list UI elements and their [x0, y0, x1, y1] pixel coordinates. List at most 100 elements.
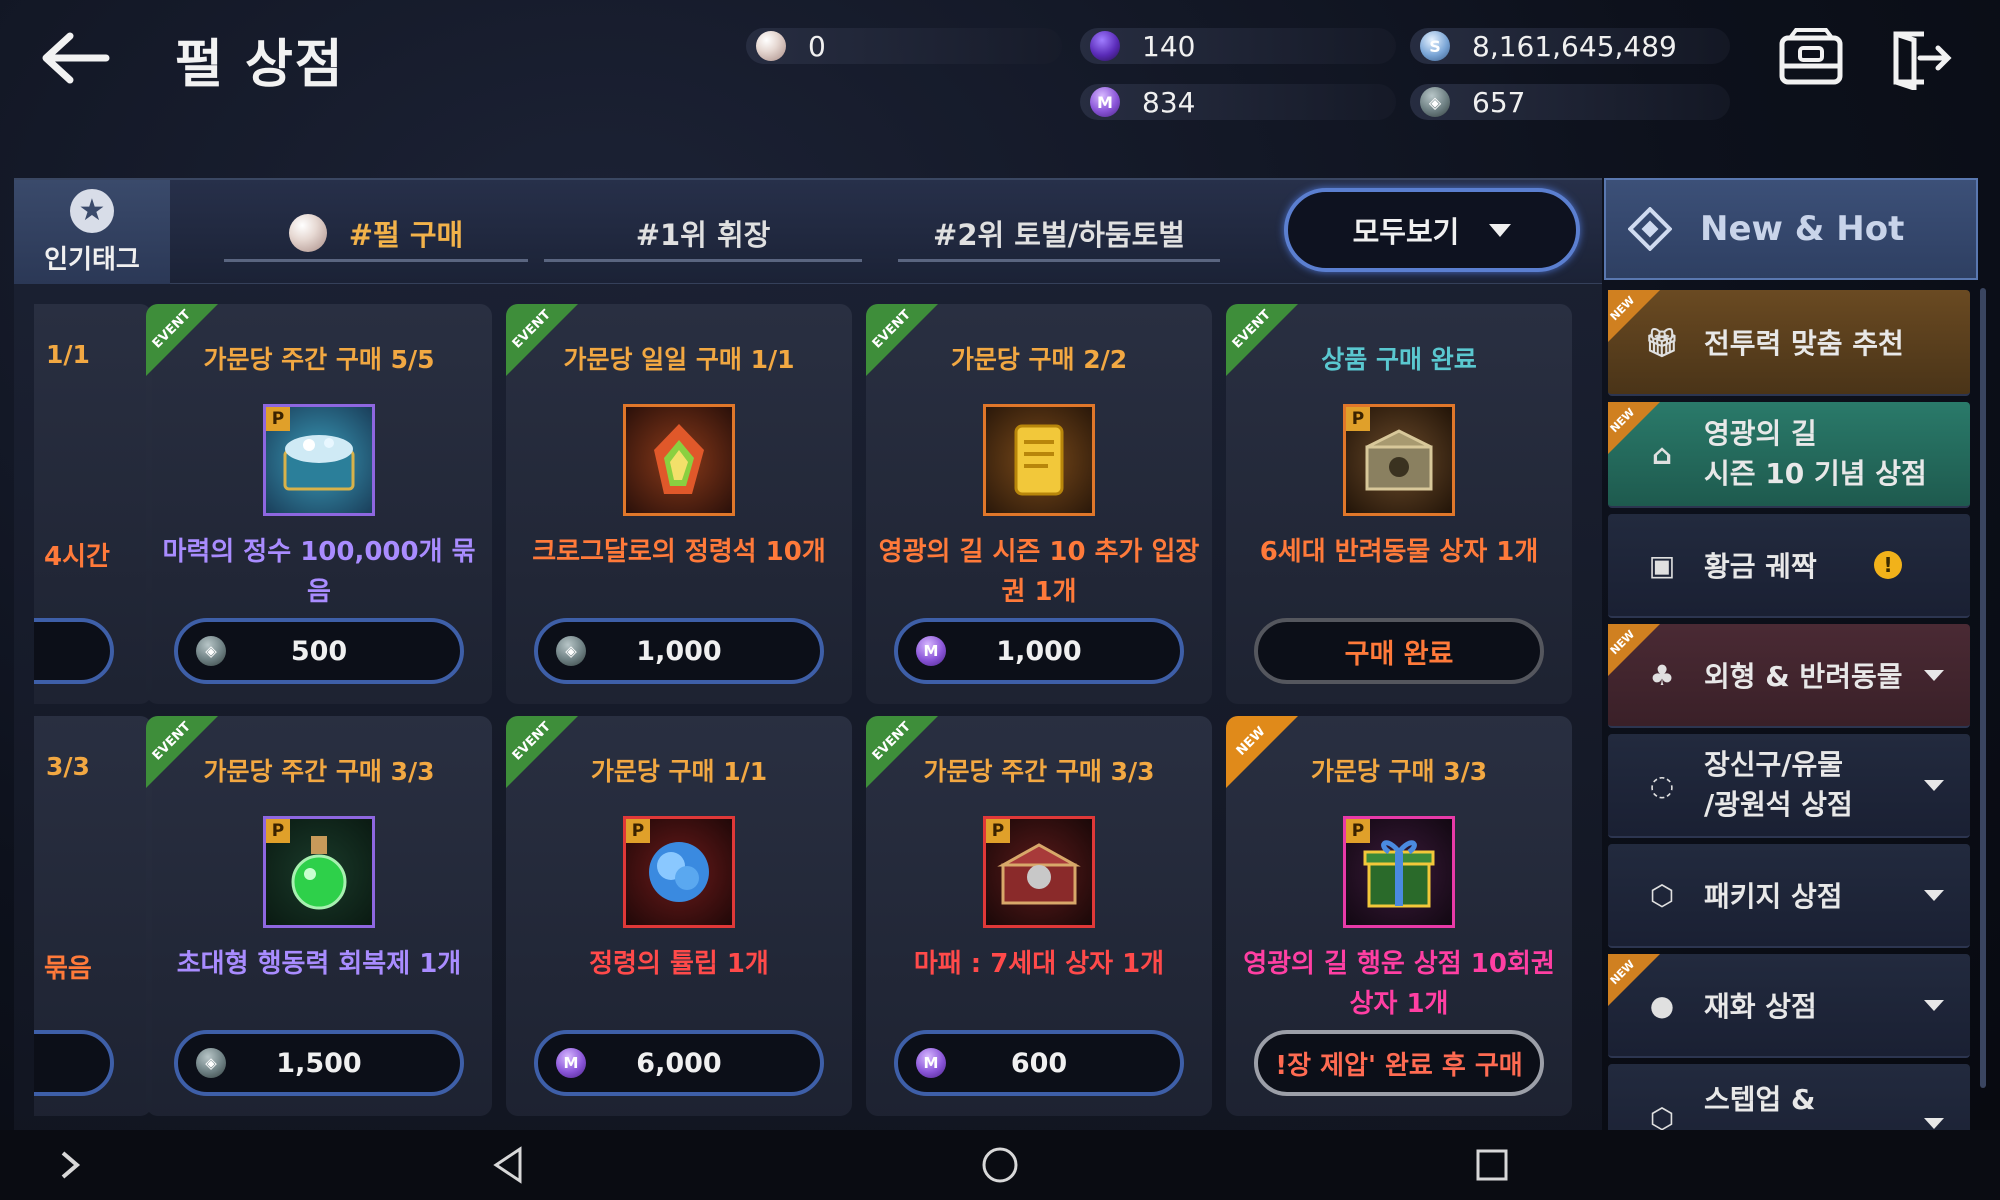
purple-gem-amount: 140 [1142, 29, 1196, 63]
guild-coin-icon: ◈ [1420, 87, 1450, 117]
purchase-complete-button: 구매 완료 [1254, 618, 1544, 684]
sidebar-item-costume-pet[interactable]: NEW ♣ 외형 & 반려동물 [1608, 624, 1970, 728]
price-value: 구매 완료 [1344, 638, 1454, 670]
product-card[interactable]: EVENT 상품 구매 완료 P 6세대 반려동물 상자 1개 구매 완료 [1226, 304, 1572, 704]
shop-panel: ★ 인기태그 #펄 구매 #1위 휘장 #2위 토벌/하둠토벌 모두보기 1/1… [14, 178, 1602, 1130]
spirit-stone-icon [654, 424, 704, 494]
pearl-amount: 0 [808, 29, 826, 63]
pearl-currency: 0 [746, 28, 1062, 64]
scroll-ticket-icon [1014, 424, 1064, 496]
price-button[interactable]: ◈ 500 [174, 618, 464, 684]
price-button[interactable]: M 600 [894, 1030, 1184, 1096]
new-hot-header[interactable]: New & Hot [1604, 178, 1978, 280]
pet-box-icon [1365, 429, 1433, 491]
price-value: 1,000 [636, 635, 722, 667]
sidebar-item-label: 장신구/유물 [1704, 748, 1844, 781]
page-title: 펄 상점 [175, 35, 345, 95]
price-button[interactable] [34, 1030, 114, 1096]
sidebar-scrollbar[interactable] [1980, 288, 1986, 1088]
product-name: 마패 : 7세대 상자 1개 [913, 949, 1165, 979]
sidebar-item-label: 패키지 상점 [1704, 880, 1843, 913]
guild-coin-amount: 657 [1472, 85, 1526, 119]
chevron-down-icon [1924, 1118, 1944, 1129]
price-button[interactable] [34, 618, 114, 684]
product-name: 영광의 길 행운 상점 10회권 상자 1개 [1243, 949, 1555, 1019]
locked-purchase-button[interactable]: !장 제압' 완료 후 구매 [1254, 1030, 1544, 1096]
exit-button[interactable] [1884, 26, 1954, 92]
purchase-limit: 가문당 구매 1/1 [590, 757, 768, 786]
mileage-currency: M 834 [1080, 84, 1396, 120]
price-button[interactable]: ◈ 1,500 [174, 1030, 464, 1096]
star-icon: ★ [70, 188, 114, 233]
popular-tags-button[interactable]: ★ 인기태그 [14, 180, 170, 284]
alert-icon: ! [1874, 551, 1902, 579]
nav-recents-icon [1476, 1149, 1508, 1181]
premium-p-icon: P [266, 407, 290, 431]
product-card[interactable]: EVENT 가문당 구매 1/1 P 정령의 튤립 1개 M 6,000 [506, 716, 852, 1116]
mileage-icon: M [916, 636, 946, 666]
item-thumbnail: P [1343, 404, 1455, 516]
product-name: 크로그달로의 정령석 10개 [532, 537, 826, 567]
view-all-dropdown[interactable]: 모두보기 [1284, 188, 1580, 272]
sidebar-item-power-recommend[interactable]: NEW 🎁︎ 전투력 맞춤 추천 [1608, 290, 1970, 396]
chevron-down-icon [1924, 779, 1944, 791]
sidebar-item-stepup[interactable]: ⬡ 스텝업 & [1608, 1064, 1970, 1130]
mileage-icon: M [1090, 87, 1120, 117]
sidebar-item-package-shop[interactable]: ⬡ 패키지 상점 [1608, 844, 1970, 948]
product-card[interactable]: EVENT 가문당 구매 2/2 영광의 길 시즌 10 추가 입장권 1개 M… [866, 304, 1212, 704]
ring-icon: ◌ [1649, 768, 1675, 802]
product-name: 영광의 길 시즌 10 추가 입장권 1개 [878, 537, 1200, 607]
chevron-down-icon [1924, 999, 1944, 1011]
product-card-partial[interactable]: 1/1 4시간 [34, 304, 152, 704]
product-card[interactable]: NEW 가문당 구매 3/3 P 영광의 길 행운 상점 10회권 상자 1개 … [1226, 716, 1572, 1116]
sidebar-item-golden-chest[interactable]: ▣ 황금 궤짝 ! [1608, 514, 1970, 618]
nav-back-button[interactable] [478, 1138, 538, 1192]
package-icon: ⬡ [1649, 878, 1675, 912]
item-thumbnail: P [983, 816, 1095, 928]
tag-rank2-raid[interactable]: #2위 토벌/하둠토벌 [898, 206, 1220, 262]
pearl-icon [288, 213, 327, 252]
premium-p-icon: P [266, 819, 290, 843]
product-card[interactable]: EVENT 가문당 주간 구매 5/5 P 마력의 정수 100,000개 묶음… [146, 304, 492, 704]
horse-box-icon [997, 843, 1081, 905]
nav-home-button[interactable] [970, 1138, 1030, 1192]
nav-recents-button[interactable] [1462, 1138, 1522, 1192]
product-card[interactable]: EVENT 가문당 주간 구매 3/3 P 초대형 행동력 회복제 1개 ◈ 1… [146, 716, 492, 1116]
back-button[interactable] [36, 28, 116, 88]
purchase-limit: 가문당 구매 2/2 [950, 345, 1128, 374]
purchase-limit: 가문당 일일 구매 1/1 [563, 345, 795, 374]
product-card[interactable]: EVENT 가문당 주간 구매 3/3 P 마패 : 7세대 상자 1개 M 6… [866, 716, 1212, 1116]
pearl-icon [756, 31, 786, 61]
purple-gem-currency: 140 [1080, 28, 1396, 64]
tag-pearl-purchase[interactable]: #펄 구매 [224, 206, 528, 262]
sidebar-item-glory-road[interactable]: NEW ⌂ 영광의 길 시즌 10 기념 상점 [1608, 402, 1970, 508]
premium-p-icon: P [1346, 819, 1370, 843]
product-name: 마력의 정수 100,000개 묶음 [162, 537, 476, 607]
item-thumbnail: P [263, 404, 375, 516]
diamond-icon [1628, 207, 1672, 251]
product-card-partial[interactable]: 3/3 묶음 [34, 716, 152, 1116]
price-button[interactable]: ◈ 1,000 [534, 618, 824, 684]
expand-nav-button[interactable] [40, 1138, 100, 1192]
sidebar-item-label: 황금 궤짝 [1704, 550, 1817, 583]
product-card[interactable]: EVENT 가문당 일일 구매 1/1 크로그달로의 정령석 10개 ◈ 1,0… [506, 304, 852, 704]
storage-button[interactable] [1776, 26, 1846, 90]
sidebar-item-accessory-relic[interactable]: ◌ 장신구/유물 /광원석 상점 [1608, 734, 1970, 838]
popular-tags-label: 인기태그 [44, 244, 140, 275]
sidebar-item-sublabel: /광원석 상점 [1704, 788, 1853, 821]
sidebar-item-sublabel: 시즌 10 기념 상점 [1704, 457, 1927, 490]
gift-box-icon [1363, 840, 1435, 908]
storage-box-icon [1779, 28, 1843, 85]
sidebar-item-label-group: 영광의 길 시즌 10 기념 상점 [1704, 414, 1927, 494]
price-button[interactable]: M 1,000 [894, 618, 1184, 684]
purchase-limit: 3/3 [46, 752, 90, 781]
price-value: 1,000 [996, 635, 1082, 667]
price-button[interactable]: M 6,000 [534, 1030, 824, 1096]
item-thumbnail: P [1343, 816, 1455, 928]
purple-gem-icon [1090, 31, 1120, 61]
sidebar-item-currency-shop[interactable]: NEW ● 재화 상점 [1608, 954, 1970, 1058]
tag-rank1-emblem[interactable]: #1위 휘장 [544, 206, 862, 262]
nav-home-icon [982, 1147, 1018, 1183]
sidebar-item-label: 외형 & 반려동물 [1704, 660, 1903, 693]
chevron-down-icon [1489, 223, 1512, 237]
